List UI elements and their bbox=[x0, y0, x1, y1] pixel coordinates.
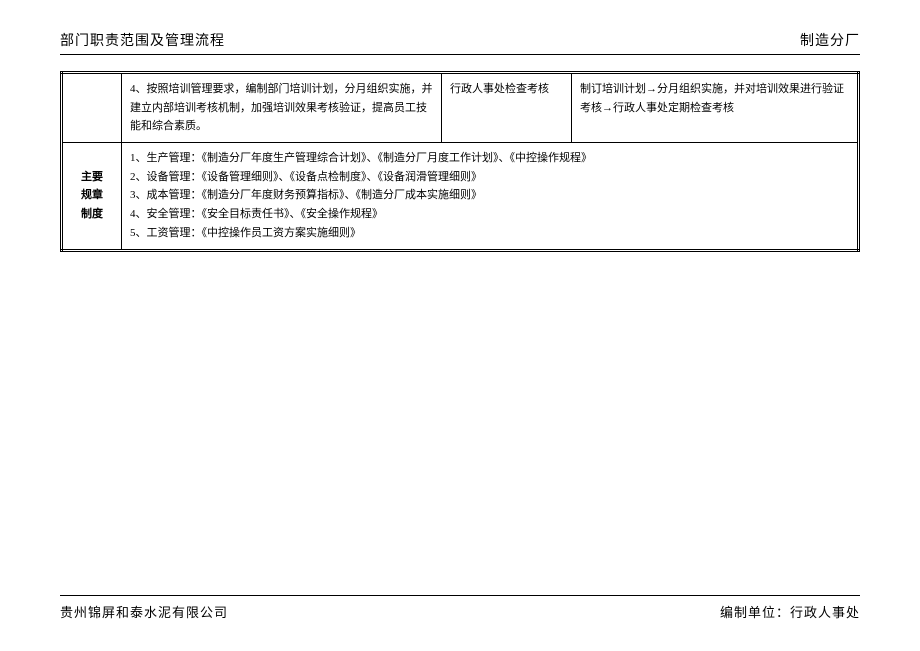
page-footer: 贵州锦屏和泰水泥有限公司 编制单位：行政人事处 bbox=[60, 595, 860, 621]
rules-line: 4、安全管理：《安全目标责任书》、《安全操作规程》 bbox=[130, 205, 849, 224]
table-row: 主要规章制度 1、生产管理：《制造分厂年度生产管理综合计划》、《制造分厂月度工作… bbox=[62, 143, 859, 250]
header-left: 部门职责范围及管理流程 bbox=[60, 30, 225, 50]
rules-line: 1、生产管理：《制造分厂年度生产管理综合计划》、《制造分厂月度工作计划》、《中控… bbox=[130, 149, 849, 168]
footer-left: 贵州锦屏和泰水泥有限公司 bbox=[60, 602, 228, 621]
rules-label-text: 主要规章制度 bbox=[81, 171, 103, 220]
cell-process: 制订培训计划→分月组织实施，并对培训效果进行验证考核→行政人事处定期检查考核 bbox=[572, 73, 859, 143]
page-container: 部门职责范围及管理流程 制造分厂 4、按照培训管理要求，编制部门培训计划，分月组… bbox=[0, 0, 920, 252]
rules-line: 5、工资管理：《中控操作员工资方案实施细则》 bbox=[130, 224, 849, 243]
rules-line: 2、设备管理：《设备管理细则》、《设备点检制度》、《设备润滑管理细则》 bbox=[130, 168, 849, 187]
header-right: 制造分厂 bbox=[800, 30, 860, 50]
cell-training-desc: 4、按照培训管理要求，编制部门培训计划，分月组织实施，并建立内部培训考核机制，加… bbox=[122, 73, 442, 143]
cell-inspector: 行政人事处检查考核 bbox=[442, 73, 572, 143]
cell-empty bbox=[62, 73, 122, 143]
footer-right: 编制单位：行政人事处 bbox=[720, 602, 860, 621]
main-table: 4、按照培训管理要求，编制部门培训计划，分月组织实施，并建立内部培训考核机制，加… bbox=[60, 71, 860, 252]
rules-line: 3、成本管理：《制造分厂年度财务预算指标》、《制造分厂成本实施细则》 bbox=[130, 186, 849, 205]
page-header: 部门职责范围及管理流程 制造分厂 bbox=[60, 30, 860, 55]
rules-content: 1、生产管理：《制造分厂年度生产管理综合计划》、《制造分厂月度工作计划》、《中控… bbox=[122, 143, 859, 250]
table-row: 4、按照培训管理要求，编制部门培训计划，分月组织实施，并建立内部培训考核机制，加… bbox=[62, 73, 859, 143]
rules-label: 主要规章制度 bbox=[62, 143, 122, 250]
